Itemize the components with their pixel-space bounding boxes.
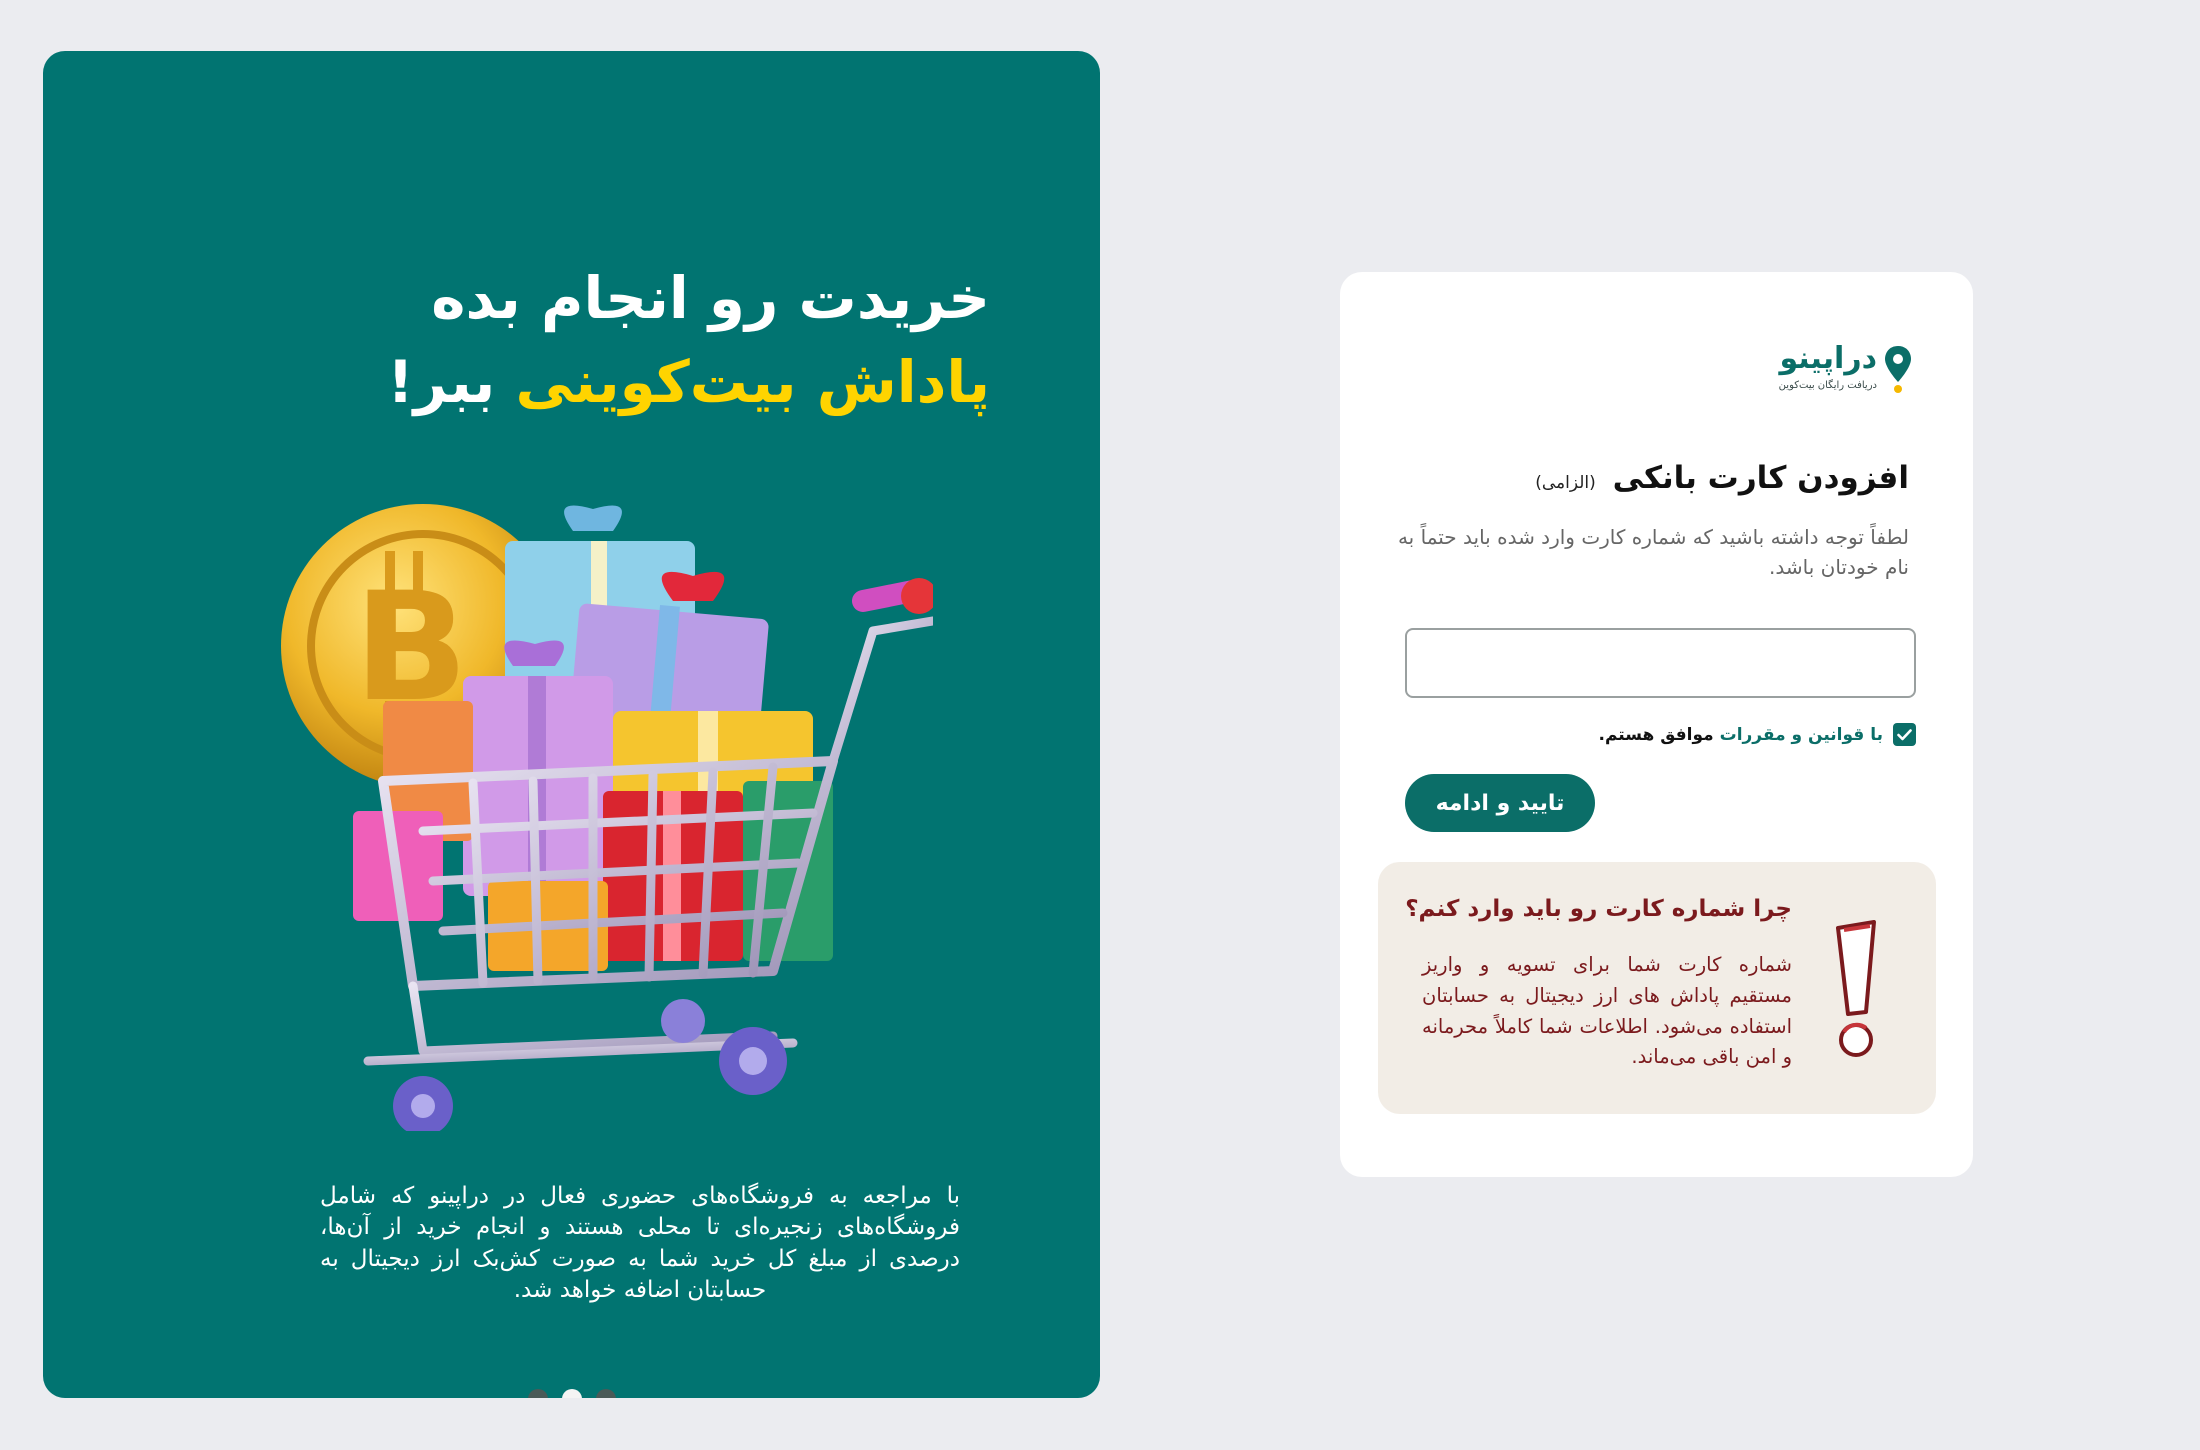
promo-description: با مراجعه به فروشگاه‌های حضوری فعال در د… [320,1183,960,1303]
promo-headline-accent: پاداش بیت‌کوینی [515,348,990,417]
terms-prefix: با [1870,724,1883,745]
location-pin-icon [1885,346,1911,393]
carousel-dot-2[interactable] [561,1389,582,1398]
cart-wheels [393,999,787,1131]
carousel-dot-1[interactable] [527,1389,548,1398]
promo-panel: خریدت رو انجام بده پاداش بیت‌کوینی ببر! … [43,51,1100,1398]
promo-headline-rest: ببر! [387,348,496,417]
brand-logo: دراپینو دریافت رایگان بیت‌کوین [1779,344,1913,394]
promo-headline: خریدت رو انجام بده پاداش بیت‌کوینی ببر! [387,256,990,424]
info-box: چرا شماره کارت رو باید وارد کنم؟ شماره ک… [1378,862,1936,1114]
terms-text: با قوانین و مقررات موافق هستم. [1598,725,1883,745]
promo-headline-line1: خریدت رو انجام بده [431,264,990,332]
shopping-cart-bitcoin-illustration: B [281,504,933,1131]
add-card-form-card: دراپینو دریافت رایگان بیت‌کوین افزودن کا… [1340,272,1973,1177]
form-hint: لطفاً توجه داشته باشید که شماره کارت وار… [1397,525,1909,579]
exclamation-icon [1836,920,1876,1057]
terms-agreement[interactable]: با قوانین و مقررات موافق هستم. [1598,723,1916,746]
confirm-continue-button[interactable]: تایید و ادامه [1405,774,1595,832]
promo-headline-line2: پاداش بیت‌کوینی ببر! [387,340,990,424]
terms-link[interactable]: قوانین و مقررات [1720,725,1865,745]
info-body: شماره کارت شما برای تسویه و واریز مستقیم… [1422,953,1792,1069]
card-number-input[interactable] [1405,628,1916,698]
form-title: افزودن کارت بانکی (الزامی) [1535,460,1909,496]
carousel-dot-3[interactable] [595,1389,616,1398]
carousel-dots [43,1389,1100,1398]
terms-checkbox[interactable] [1893,723,1916,746]
brand-name: دراپینو [1779,341,1877,376]
terms-suffix: موافق هستم. [1598,724,1714,745]
check-icon [1897,728,1912,740]
required-tag: (الزامی) [1535,473,1596,493]
info-title: چرا شماره کارت رو باید وارد کنم؟ [1405,896,1792,922]
form-title-text: افزودن کارت بانکی [1612,460,1909,496]
brand-tagline: دریافت رایگان بیت‌کوین [1778,380,1877,391]
